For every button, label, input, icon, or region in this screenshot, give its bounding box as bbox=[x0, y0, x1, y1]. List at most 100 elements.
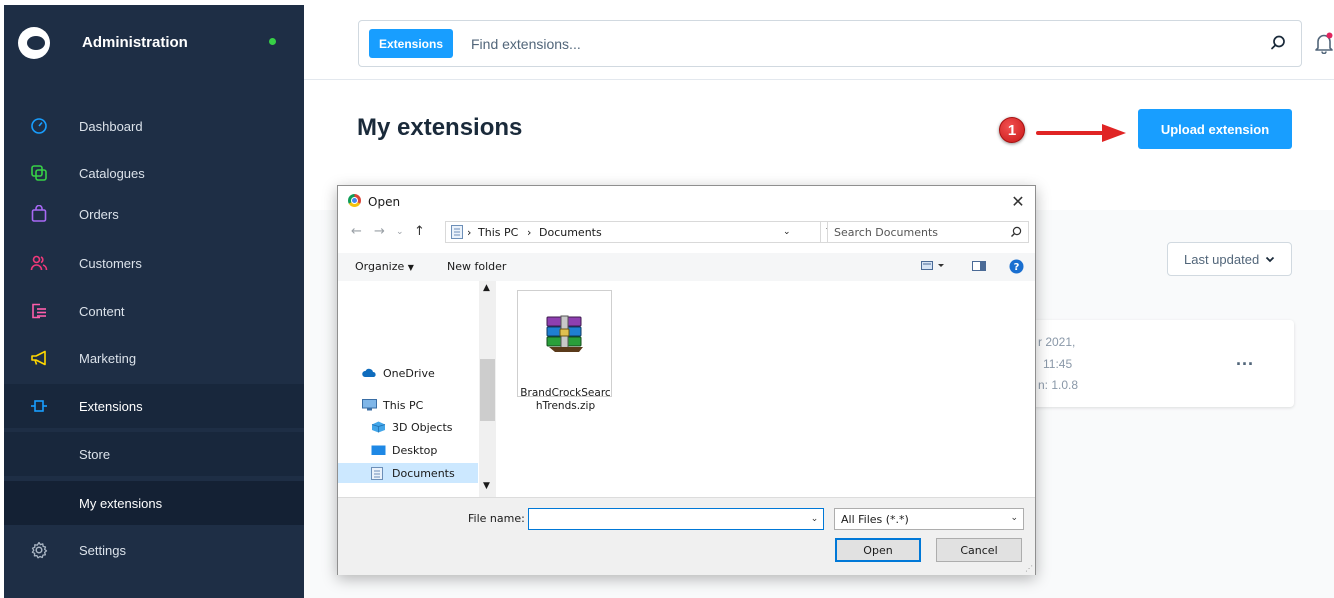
forward-arrow-icon[interactable]: → bbox=[374, 224, 385, 239]
search-icon[interactable] bbox=[1010, 226, 1022, 238]
sidebar-subitem-my-extensions[interactable]: My extensions bbox=[4, 481, 304, 525]
caret-down-icon: ▼ bbox=[407, 263, 414, 272]
chevron-down-icon[interactable]: ⌄ bbox=[806, 509, 823, 529]
file-name-label: BrandCrockSearchTrends.zip bbox=[520, 387, 611, 412]
cube-icon bbox=[371, 421, 386, 433]
content-icon bbox=[30, 302, 48, 320]
cloud-icon bbox=[362, 367, 377, 379]
open-file-dialog: Open ✕ ← → ⌄ ↑ › This PC › Documents ⌄ ↻… bbox=[337, 185, 1036, 575]
nav-item-onedrive[interactable]: OneDrive bbox=[362, 363, 478, 383]
cancel-button[interactable]: Cancel bbox=[936, 538, 1022, 562]
file-name-input[interactable] bbox=[528, 508, 824, 530]
documents-folder-icon bbox=[451, 225, 463, 242]
file-type-filter[interactable]: All Files (*.*) ⌄ bbox=[834, 508, 1024, 530]
dialog-title-bar: Open ✕ bbox=[338, 186, 1035, 216]
megaphone-icon bbox=[30, 349, 48, 367]
tree-label: OneDrive bbox=[383, 366, 435, 380]
sidebar-item-label: Extensions bbox=[79, 398, 143, 414]
close-icon[interactable]: ✕ bbox=[1007, 190, 1029, 212]
file-item-zip[interactable]: BrandCrockSearchTrends.zip bbox=[517, 290, 612, 412]
sort-dropdown[interactable]: Last updated bbox=[1167, 242, 1292, 276]
up-arrow-icon[interactable]: ↑ bbox=[414, 224, 425, 239]
sidebar-item-catalogues[interactable]: Catalogues bbox=[4, 151, 304, 195]
card-date: r 2021, bbox=[1038, 335, 1076, 349]
sidebar-item-content[interactable]: Content bbox=[4, 289, 304, 333]
sidebar-item-extensions[interactable]: Extensions bbox=[4, 384, 304, 428]
search-input[interactable] bbox=[471, 29, 1241, 58]
top-search-bar: Extensions bbox=[304, 0, 1334, 80]
page-title: My extensions bbox=[357, 114, 523, 141]
annotation-marker-1: 1 bbox=[999, 117, 1025, 143]
sidebar-item-label: Marketing bbox=[79, 350, 137, 366]
tree-label: Documents bbox=[392, 466, 455, 480]
extension-card: r 2021, 11:45 n: 1.0.8 ... bbox=[1000, 320, 1294, 407]
notification-bell-icon[interactable] bbox=[1314, 32, 1334, 55]
computer-icon bbox=[362, 399, 377, 411]
resize-grip-icon[interactable]: ⋰ bbox=[1025, 564, 1033, 573]
open-button[interactable]: Open bbox=[835, 538, 921, 562]
navigation-scrollbar[interactable]: ▲ ▼ bbox=[479, 281, 496, 497]
svg-text:?: ? bbox=[1014, 262, 1020, 273]
filter-value: All Files (*.*) bbox=[841, 513, 909, 526]
tree-label: 3D Objects bbox=[392, 420, 453, 434]
dialog-footer: File name: ⌄ All Files (*.*) ⌄ Open Canc… bbox=[338, 497, 1035, 575]
help-icon[interactable]: ? bbox=[1009, 259, 1024, 277]
card-time: 11:45 bbox=[1043, 357, 1073, 371]
address-bar[interactable]: › This PC › Documents ⌄ bbox=[445, 221, 821, 243]
chrome-icon bbox=[348, 194, 361, 207]
file-list-pane: BrandCrockSearchTrends.zip bbox=[497, 281, 1035, 497]
search-documents-input[interactable] bbox=[834, 224, 1004, 241]
annotation-arrow-right bbox=[1036, 124, 1126, 142]
shopware-logo-icon[interactable] bbox=[18, 27, 50, 59]
more-options-icon[interactable]: ... bbox=[1236, 349, 1254, 370]
catalogue-icon bbox=[30, 164, 48, 182]
sidebar-item-label: Catalogues bbox=[79, 165, 145, 181]
sidebar-subitem-store[interactable]: Store bbox=[4, 432, 304, 476]
organize-menu[interactable]: Organize ▼ bbox=[355, 260, 414, 273]
search-icon[interactable] bbox=[1269, 34, 1287, 52]
search-type-chip[interactable]: Extensions bbox=[369, 29, 454, 58]
nav-item-documents[interactable]: Documents bbox=[338, 463, 478, 483]
global-search: Extensions bbox=[358, 20, 1302, 67]
breadcrumb-documents[interactable]: Documents bbox=[539, 226, 602, 239]
search-documents-box bbox=[827, 221, 1029, 243]
nav-item-3d-objects[interactable]: 3D Objects bbox=[371, 417, 487, 437]
address-dropdown-icon[interactable]: ⌄ bbox=[783, 227, 791, 237]
upload-extension-button[interactable]: Upload extension bbox=[1138, 109, 1292, 149]
breadcrumb-separator: › bbox=[527, 226, 532, 239]
tree-label: Desktop bbox=[392, 443, 438, 457]
view-options-icon[interactable] bbox=[921, 259, 947, 276]
nav-item-desktop[interactable]: Desktop bbox=[371, 440, 487, 460]
sidebar-item-customers[interactable]: Customers bbox=[4, 241, 304, 285]
recent-dropdown-icon[interactable]: ⌄ bbox=[396, 227, 404, 237]
nav-item-this-pc[interactable]: This PC bbox=[362, 395, 478, 415]
plug-icon bbox=[30, 397, 48, 415]
sidebar-item-label: Orders bbox=[79, 206, 119, 222]
users-icon bbox=[30, 254, 48, 272]
card-version: n: 1.0.8 bbox=[1038, 378, 1079, 392]
organize-label: Organize bbox=[355, 260, 405, 273]
sidebar-item-settings[interactable]: Settings bbox=[4, 528, 304, 572]
breadcrumb-this-pc[interactable]: This PC bbox=[478, 226, 518, 239]
sidebar-item-label: Settings bbox=[79, 542, 126, 558]
scrollbar-thumb[interactable] bbox=[480, 359, 495, 421]
back-arrow-icon[interactable]: ← bbox=[351, 224, 362, 239]
shopping-bag-icon bbox=[30, 205, 48, 223]
breadcrumb-separator: › bbox=[467, 226, 472, 239]
sidebar-item-label: Content bbox=[79, 303, 125, 319]
winrar-archive-icon bbox=[543, 315, 587, 356]
preview-pane-icon[interactable] bbox=[972, 259, 986, 276]
navigation-pane: OneDrive This PC 3D Objects Desktop Docu… bbox=[338, 281, 496, 497]
scroll-up-icon[interactable]: ▲ bbox=[483, 283, 490, 293]
sidebar-item-dashboard[interactable]: Dashboard bbox=[4, 104, 304, 148]
sidebar-item-orders[interactable]: Orders bbox=[4, 192, 304, 236]
sidebar-item-marketing[interactable]: Marketing bbox=[4, 336, 304, 380]
tree-label: This PC bbox=[383, 398, 424, 412]
new-folder-button[interactable]: New folder bbox=[447, 260, 506, 273]
file-name-field-label: File name: bbox=[468, 512, 525, 525]
sort-label: Last updated bbox=[1184, 251, 1260, 267]
sidebar-item-label: Customers bbox=[79, 255, 142, 271]
sidebar-item-label: My extensions bbox=[79, 495, 163, 511]
chevron-down-icon bbox=[1265, 254, 1275, 264]
scroll-down-icon[interactable]: ▼ bbox=[483, 481, 490, 491]
